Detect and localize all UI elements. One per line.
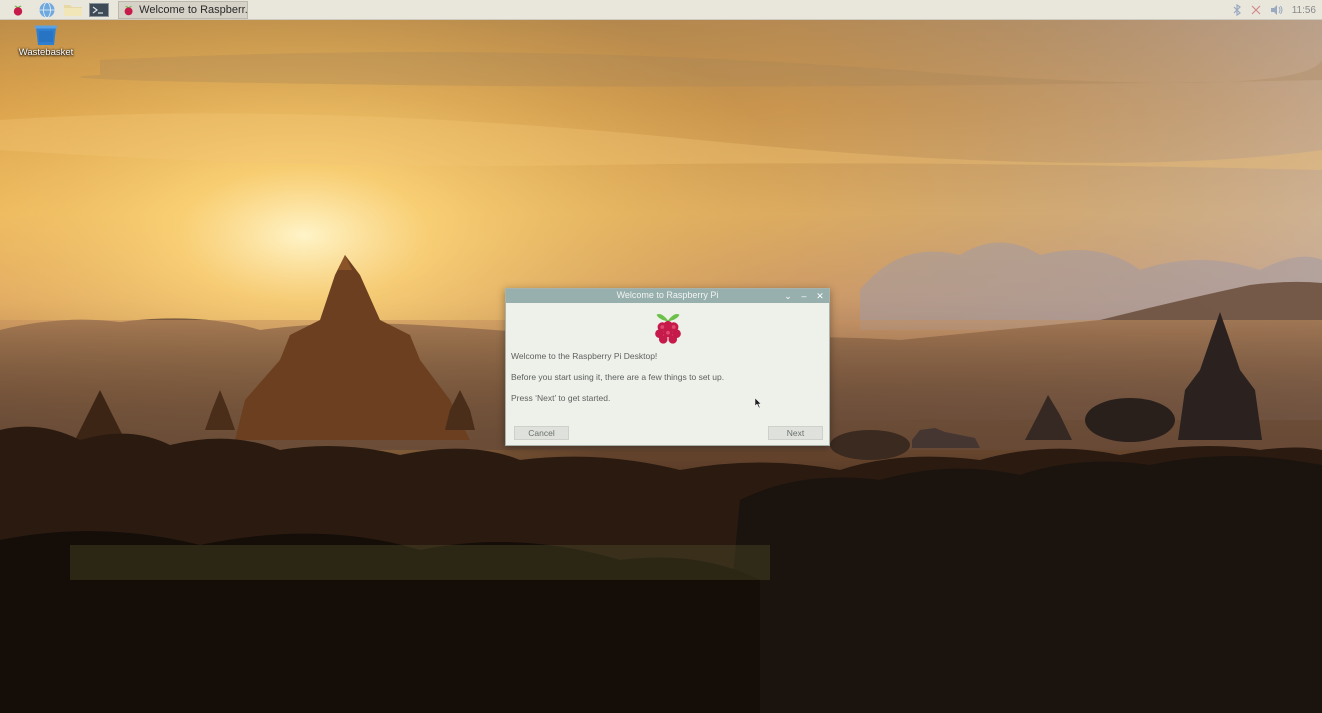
- web-browser-button[interactable]: [37, 2, 57, 18]
- raspberry-icon: [124, 5, 133, 16]
- dialog-setup-text: Before you start using it, there are a f…: [511, 372, 725, 382]
- system-tray: 11:56: [1232, 2, 1316, 18]
- wastebasket-icon: [35, 25, 57, 45]
- menu-button[interactable]: [8, 2, 28, 18]
- desktop-icon-label: Wastebasket: [18, 47, 74, 58]
- globe-icon: [39, 2, 55, 18]
- raspberry-icon: [13, 5, 23, 16]
- bluetooth-icon[interactable]: [1232, 4, 1242, 16]
- welcome-dialog: Welcome to Raspberry Pi ⌄ – ✕ Welcome to…: [505, 288, 830, 446]
- raspberry-pi-logo: [655, 313, 681, 344]
- network-icon[interactable]: [1250, 4, 1262, 16]
- close-button[interactable]: ✕: [814, 290, 826, 302]
- minimize-button[interactable]: ⌄: [782, 290, 794, 302]
- dialog-welcome-text: Welcome to the Raspberry Pi Desktop!: [511, 351, 658, 361]
- dialog-titlebar[interactable]: Welcome to Raspberry Pi ⌄ – ✕: [506, 289, 829, 303]
- terminal-button[interactable]: [89, 2, 109, 18]
- dialog-title: Welcome to Raspberry Pi: [616, 290, 719, 300]
- clock[interactable]: 11:56: [1292, 5, 1316, 16]
- taskbar-window-welcome[interactable]: Welcome to Raspberr...: [118, 1, 248, 19]
- file-manager-button[interactable]: [63, 2, 83, 18]
- volume-icon[interactable]: [1270, 4, 1284, 16]
- maximize-button[interactable]: –: [798, 290, 810, 302]
- taskbar-window-label: Welcome to Raspberr...: [139, 4, 247, 16]
- mouse-pointer-icon: [755, 398, 762, 408]
- next-button[interactable]: Next: [768, 426, 823, 440]
- folder-icon: [64, 5, 82, 16]
- desktop-screen: Welcome to Raspberr... 11:56 Wastebasket: [0, 0, 1322, 713]
- taskbar: Welcome to Raspberr... 11:56: [0, 0, 1322, 20]
- terminal-icon: [89, 3, 109, 17]
- dialog-instruction-text: Press ‘Next’ to get started.: [511, 393, 611, 403]
- window-controls: ⌄ – ✕: [782, 290, 826, 302]
- cancel-button[interactable]: Cancel: [514, 426, 569, 440]
- desktop-icon-wastebasket[interactable]: Wastebasket: [10, 24, 82, 58]
